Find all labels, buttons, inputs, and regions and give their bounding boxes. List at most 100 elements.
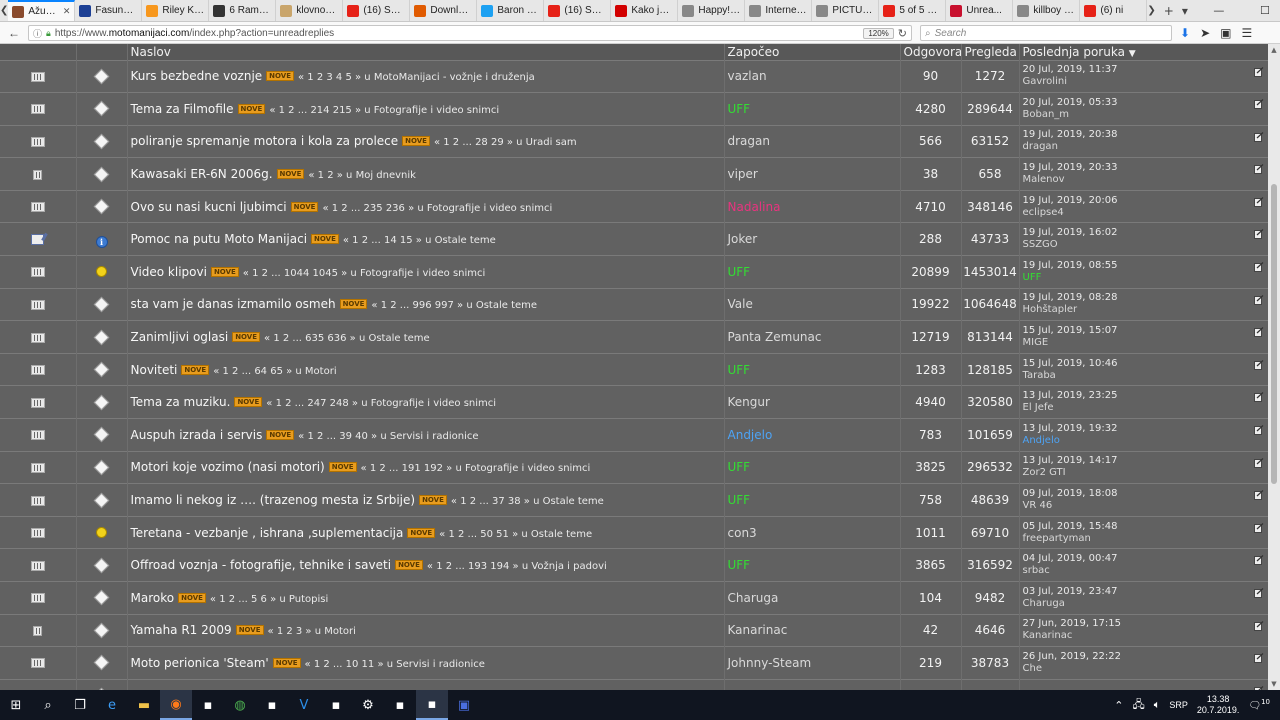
vs-code-icon[interactable]: V [288, 690, 320, 720]
new-badge[interactable]: NOVE [339, 299, 368, 310]
quick-moderation-icon[interactable] [1253, 131, 1264, 142]
topic-starter[interactable]: Nadalina [724, 189, 901, 223]
quick-moderation-icon[interactable] [1253, 653, 1264, 664]
last-post-user[interactable]: Malenov [1023, 174, 1268, 186]
topic-starter[interactable]: Kengur [724, 385, 901, 419]
header-last-post[interactable]: Poslednja poruka ▼ [1019, 44, 1268, 60]
topic-starter[interactable]: UFF [724, 255, 901, 289]
windows-icon[interactable]: ⊞ [0, 690, 32, 720]
quick-moderation-icon[interactable] [1253, 327, 1264, 338]
app-icon[interactable]: ▪ [256, 690, 288, 720]
app-icon[interactable]: ▪ [320, 690, 352, 720]
network-icon[interactable]: 🖧︎ [1132, 696, 1144, 715]
browser-tab[interactable]: Internet boto... [745, 0, 813, 21]
app-icon[interactable]: ▪ [416, 690, 448, 720]
tab-list-icon[interactable]: ▾ [1182, 4, 1188, 18]
topic-starter[interactable]: Andjelo [724, 418, 901, 452]
send-icon[interactable]: ➤ [1200, 26, 1210, 40]
edge-icon[interactable]: e [96, 690, 128, 720]
topic-pages[interactable]: « 1 2 ... 10 11 » u Servisi i radionice [305, 659, 485, 670]
topic-title-link[interactable]: Zanimljivi oglasi [131, 330, 229, 344]
quick-moderation-icon[interactable] [1253, 620, 1264, 631]
topic-starter[interactable]: UFF [724, 548, 901, 582]
new-badge[interactable]: NOVE [237, 103, 266, 114]
topic-pages[interactable]: « 1 2 ... 64 65 » u Motori [213, 366, 336, 377]
new-badge[interactable]: NOVE [272, 657, 301, 668]
browser-tab[interactable]: (6) ni [1080, 0, 1148, 21]
new-badge[interactable]: NOVE [234, 397, 263, 408]
quick-moderation-icon[interactable] [1253, 588, 1264, 598]
volume-icon[interactable]: 🔈︎ [1154, 698, 1161, 712]
chrome-icon[interactable]: ◍ [224, 690, 256, 720]
scroll-thumb[interactable] [1271, 184, 1277, 484]
quick-moderation-icon[interactable] [1253, 490, 1264, 501]
firefox-icon[interactable]: ◉ [160, 690, 192, 720]
topic-pages[interactable]: « 1 2 ... 14 15 » u Ostale teme [343, 235, 496, 246]
minimize-icon[interactable]: — [1196, 4, 1242, 17]
browser-tab[interactable]: Happy! (TV S... [678, 0, 746, 21]
page-scrollbar[interactable]: ▲ ▼ [1268, 44, 1280, 690]
close-tab-icon[interactable]: ✕ [63, 7, 71, 17]
browser-tab[interactable]: (16) SULL... [343, 0, 411, 21]
new-badge[interactable]: NOVE [395, 560, 423, 571]
search-icon[interactable]: ⌕ [32, 690, 64, 720]
topic-title-link[interactable]: Moto perionica 'Steam' [131, 656, 269, 670]
quick-moderation-icon[interactable] [1253, 392, 1264, 403]
browser-tab[interactable]: killboy — Pos... [1013, 0, 1081, 21]
quick-moderation-icon[interactable] [1253, 522, 1264, 533]
header-views[interactable]: Pregleda [961, 44, 1020, 60]
topic-title-link[interactable]: Maroko [131, 591, 175, 605]
quick-moderation-icon[interactable] [1253, 229, 1264, 240]
topic-starter[interactable]: vazlan [724, 59, 901, 93]
topic-starter[interactable]: UFF [724, 450, 901, 484]
topic-pages[interactable]: « 1 2 ... 191 192 » u Fotografije i vide… [361, 463, 591, 474]
last-post-user[interactable]: UFF [1023, 272, 1268, 284]
topic-title-link[interactable]: Imamo li nekog iz …. (trazenog mesta iz … [131, 493, 416, 507]
quick-moderation-icon[interactable] [1253, 555, 1264, 566]
new-badge[interactable]: NOVE [266, 429, 295, 440]
topic-pages[interactable]: « 1 2 ... 5 6 » u Putopisi [210, 594, 328, 605]
notification-icon[interactable]: 🗨︎10 [1248, 698, 1270, 711]
new-badge[interactable]: NOVE [178, 592, 206, 603]
browser-tab[interactable]: Riley Keo... [142, 0, 210, 21]
browser-tab[interactable]: (16) Skro... [544, 0, 612, 21]
topic-starter[interactable]: UFF [724, 92, 901, 126]
topic-title-link[interactable]: Noviteti [131, 363, 178, 377]
topic-title-link[interactable]: Video klipovi [131, 265, 207, 279]
new-badge[interactable]: NOVE [311, 234, 339, 245]
last-post-user[interactable]: Taraba [1023, 370, 1268, 382]
topic-starter[interactable]: Johnny-Steam [724, 646, 901, 680]
new-badge[interactable]: NOVE [232, 332, 261, 343]
topic-pages[interactable]: « 1 2 » u Moj dnevnik [308, 170, 416, 181]
topic-pages[interactable]: « 1 2 ... 247 248 » u Fotografije i vide… [266, 398, 496, 409]
file-explorer-icon[interactable]: ▬ [128, 690, 160, 720]
header-replies[interactable]: Odgovora [900, 44, 962, 60]
last-post-user[interactable]: Charuga [1023, 598, 1268, 610]
last-post-user[interactable]: srbac [1023, 565, 1268, 577]
topic-pages[interactable]: « 1 2 ... 37 38 » u Ostale teme [451, 496, 604, 507]
topic-title-link[interactable]: sta vam je danas izmamilo osmeh [131, 297, 336, 311]
last-post-user[interactable]: Andjelo [1023, 435, 1268, 447]
tab-scroll-left-icon[interactable]: ❮ [0, 0, 8, 21]
back-icon[interactable]: ← [4, 26, 24, 40]
last-post-user[interactable]: freepartyman [1023, 533, 1268, 545]
topic-title-link[interactable]: poliranje spremanje motora i kola za pro… [131, 134, 399, 148]
clock[interactable]: 13.38 20.7.2019. [1197, 694, 1240, 716]
topic-starter[interactable]: UFF [724, 483, 901, 517]
new-badge[interactable]: NOVE [328, 462, 357, 473]
topic-starter[interactable]: UFF [724, 352, 901, 386]
last-post-user[interactable]: El Jefe [1023, 402, 1268, 414]
new-badge[interactable]: NOVE [419, 495, 447, 506]
quick-moderation-icon[interactable] [1253, 457, 1264, 468]
scroll-up-icon[interactable]: ▲ [1268, 46, 1280, 54]
new-badge[interactable]: NOVE [402, 136, 430, 147]
search-input[interactable]: ⌕ Search [920, 25, 1172, 41]
topic-pages[interactable]: « 1 2 ... 28 29 » u Uradi sam [434, 137, 577, 148]
download-icon[interactable]: ⬇ [1180, 26, 1190, 40]
topic-pages[interactable]: « 1 2 ... 50 51 » u Ostale teme [439, 529, 592, 540]
topic-pages[interactable]: « 1 2 ... 39 40 » u Servisi i radionice [298, 431, 478, 442]
topic-title-link[interactable]: Tema za muziku. [131, 395, 231, 409]
last-post-user[interactable]: Gavrolini [1023, 76, 1268, 88]
last-post-user[interactable]: Hohštapler [1023, 304, 1268, 316]
topic-starter[interactable]: Joker [724, 222, 901, 256]
